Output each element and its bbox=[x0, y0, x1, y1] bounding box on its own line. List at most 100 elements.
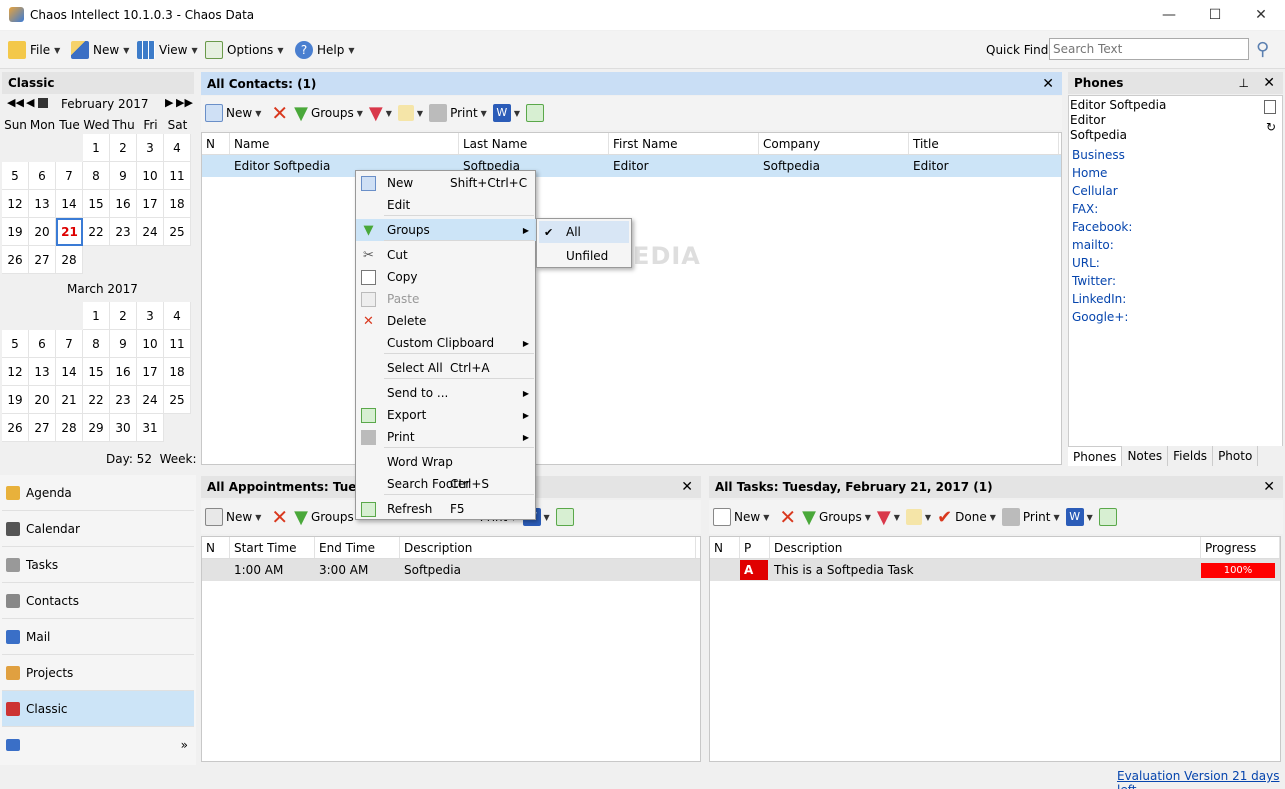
calendar-day[interactable]: 3 bbox=[137, 134, 164, 162]
column-header[interactable]: Start Time bbox=[230, 537, 315, 558]
calendar-day[interactable]: 12 bbox=[2, 190, 29, 218]
calendar-day[interactable]: 4 bbox=[164, 134, 191, 162]
filter-button[interactable]: ▼ ▼ bbox=[877, 507, 900, 528]
menu-item-copy[interactable]: Copy bbox=[356, 266, 537, 288]
sidebar-item-mail[interactable]: Mail bbox=[2, 619, 194, 655]
calendar-day[interactable]: 22 bbox=[83, 218, 110, 246]
menu-item-edit[interactable]: Edit bbox=[356, 194, 537, 216]
column-header[interactable]: Title bbox=[909, 133, 1059, 154]
menu-item-paste[interactable]: Paste bbox=[356, 288, 537, 310]
calendar-day[interactable]: 17 bbox=[137, 190, 164, 218]
sidebar-item-tasks[interactable]: Tasks bbox=[2, 547, 194, 583]
table-row[interactable]: A This is a Softpedia Task 100% bbox=[710, 559, 1280, 581]
calendar-day[interactable]: 16 bbox=[110, 190, 137, 218]
tree-button[interactable]: ▼ bbox=[905, 509, 931, 525]
calendar-day[interactable]: 1 bbox=[83, 302, 110, 330]
calendar-day[interactable]: 14 bbox=[56, 358, 83, 386]
calendar-day[interactable]: 11 bbox=[164, 330, 191, 358]
evaluation-link[interactable]: Evaluation Version 21 days left bbox=[1117, 769, 1285, 789]
calendar-day[interactable]: 2 bbox=[110, 134, 137, 162]
column-header[interactable]: End Time bbox=[315, 537, 400, 558]
calendar-day[interactable]: 7 bbox=[56, 330, 83, 358]
calendar-day[interactable]: 30 bbox=[110, 414, 137, 442]
print-button[interactable]: Print▼ bbox=[1001, 508, 1060, 526]
tab-notes[interactable]: Notes bbox=[1122, 446, 1169, 466]
new-task-button[interactable]: New ▼ bbox=[713, 508, 769, 526]
options-menu[interactable]: Options ▼ bbox=[205, 39, 283, 61]
delete-icon[interactable]: ✕ bbox=[271, 101, 288, 125]
edit-icon[interactable] bbox=[6, 739, 20, 751]
phone-field-label[interactable]: Business bbox=[1072, 148, 1132, 166]
calendar-day[interactable]: 4 bbox=[164, 302, 191, 330]
minimize-button[interactable]: — bbox=[1146, 0, 1192, 30]
today-icon[interactable] bbox=[38, 98, 48, 108]
search-icon[interactable]: ⚲ bbox=[1256, 39, 1269, 60]
done-button[interactable]: ✔ Done ▼ bbox=[937, 507, 996, 528]
menu-item-delete[interactable]: ✕ Delete bbox=[356, 310, 537, 332]
calendar-day[interactable]: 29 bbox=[83, 414, 110, 442]
calendar-day[interactable]: 6 bbox=[29, 162, 56, 190]
column-header[interactable]: Description bbox=[400, 537, 696, 558]
calendar-day[interactable]: 7 bbox=[56, 162, 83, 190]
tab-phones[interactable]: Phones bbox=[1068, 446, 1123, 466]
calendar-day[interactable]: 26 bbox=[2, 414, 29, 442]
menu-item-print[interactable]: Print ▶ bbox=[356, 426, 537, 448]
groups-button[interactable]: ▼ Groups ▼ bbox=[802, 507, 871, 528]
file-menu[interactable]: File ▼ bbox=[8, 39, 60, 61]
column-header[interactable]: N bbox=[202, 133, 230, 154]
calendar-day[interactable]: 10 bbox=[137, 162, 164, 190]
refresh-icon[interactable] bbox=[525, 104, 544, 122]
calendar-day[interactable]: 19 bbox=[2, 386, 29, 414]
column-header[interactable]: Progress bbox=[1201, 537, 1280, 558]
calendar-day[interactable]: 9 bbox=[110, 330, 137, 358]
menu-item-custom-clipboard[interactable]: Custom Clipboard ▶ bbox=[356, 332, 537, 354]
calendar-day[interactable]: 28 bbox=[56, 246, 83, 274]
column-header[interactable]: Name bbox=[230, 133, 459, 154]
column-header[interactable]: Company bbox=[759, 133, 909, 154]
sidebar-item-classic[interactable]: Classic bbox=[2, 691, 194, 727]
calendar-day[interactable]: 3 bbox=[137, 302, 164, 330]
new-contact-button[interactable]: New ▼ bbox=[205, 104, 261, 122]
calendar-day[interactable]: 27 bbox=[29, 246, 56, 274]
sidebar-item-projects[interactable]: Projects bbox=[2, 655, 194, 691]
phone-field-label[interactable]: LinkedIn: bbox=[1072, 292, 1132, 310]
calendar-day[interactable]: 25 bbox=[164, 218, 191, 246]
pin-icon[interactable]: ⊥ bbox=[1239, 76, 1249, 90]
menu-item-search-footer[interactable]: Search Footer Ctrl+S bbox=[356, 473, 537, 495]
calendar-day[interactable]: 25 bbox=[164, 386, 191, 414]
close-button[interactable]: ✕ bbox=[1238, 0, 1284, 30]
calendar-day[interactable]: 15 bbox=[83, 358, 110, 386]
new-appointment-button[interactable]: New ▼ bbox=[205, 508, 261, 526]
calendar-day[interactable]: 8 bbox=[83, 162, 110, 190]
calendar-day[interactable]: 13 bbox=[29, 358, 56, 386]
sidebar-item-calendar[interactable]: Calendar bbox=[2, 511, 194, 547]
phone-field-label[interactable]: Google+: bbox=[1072, 310, 1132, 328]
tab-fields[interactable]: Fields bbox=[1168, 446, 1214, 466]
calendar-day[interactable]: 24 bbox=[137, 386, 164, 414]
prev-month-icon[interactable]: ◀ bbox=[26, 96, 34, 109]
submenu-item-unfiled[interactable]: Unfiled bbox=[539, 245, 629, 267]
copy-icon[interactable] bbox=[1264, 100, 1276, 114]
column-header[interactable]: First Name bbox=[609, 133, 759, 154]
column-header[interactable]: Description bbox=[770, 537, 1201, 558]
column-header[interactable]: N bbox=[202, 537, 230, 558]
maximize-button[interactable]: ☐ bbox=[1192, 0, 1238, 30]
phone-field-label[interactable]: Cellular bbox=[1072, 184, 1132, 202]
calendar-day[interactable]: 9 bbox=[110, 162, 137, 190]
calendar-day[interactable]: 22 bbox=[83, 386, 110, 414]
calendar-day[interactable]: 14 bbox=[56, 190, 83, 218]
calendar-day[interactable]: 10 bbox=[137, 330, 164, 358]
prev-year-icon[interactable]: ◀◀ bbox=[7, 96, 24, 109]
calendar-day[interactable]: 19 bbox=[2, 218, 29, 246]
filter-button[interactable]: ▼ ▼ bbox=[369, 103, 392, 124]
column-header[interactable]: N bbox=[710, 537, 740, 558]
calendar-day[interactable]: 26 bbox=[2, 246, 29, 274]
table-row[interactable]: Editor Softpedia Softpedia Editor Softpedia… bbox=[202, 155, 1061, 177]
calendar-day[interactable]: 13 bbox=[29, 190, 56, 218]
help-menu[interactable]: ? Help ▼ bbox=[295, 39, 355, 61]
groups-button[interactable]: ▼ Groups bbox=[294, 507, 354, 528]
tab-photo[interactable]: Photo bbox=[1213, 446, 1259, 466]
calendar-day[interactable]: 23 bbox=[110, 218, 137, 246]
phone-field-label[interactable]: mailto: bbox=[1072, 238, 1132, 256]
calendar-day[interactable]: 21 bbox=[56, 218, 83, 246]
